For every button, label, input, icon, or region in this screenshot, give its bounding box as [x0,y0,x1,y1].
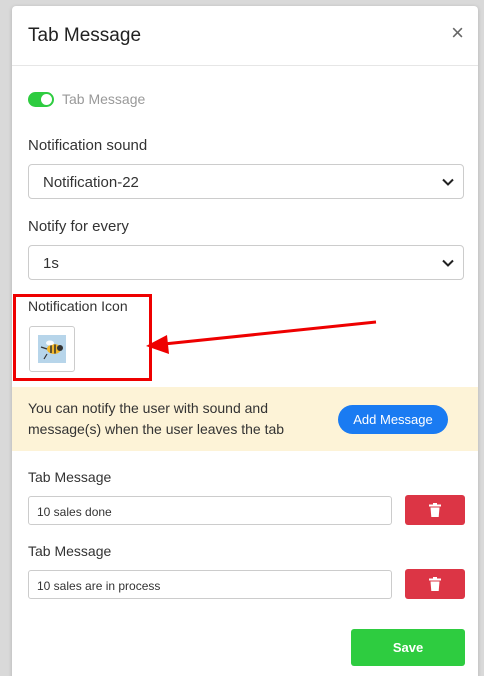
save-button[interactable]: Save [351,629,465,666]
red-arrow-annotation [146,320,377,354]
delete-message-button-2[interactable] [405,569,465,599]
tab-message-label-1: Tab Message [28,469,112,485]
info-banner: You can notify the user with sound and m… [12,387,478,451]
tab-message-input-value-2: 10 sales are in process [37,579,161,593]
tab-message-input-value-1: 10 sales done [37,505,112,519]
delete-message-button-1[interactable] [405,495,465,525]
tab-message-modal: Tab Message × Tab Message Notification s… [12,6,478,676]
info-text: You can notify the user with sound and m… [28,400,285,437]
tab-message-input-2[interactable]: 10 sales are in process [28,570,392,599]
add-message-button[interactable]: Add Message [338,405,448,434]
trash-icon [429,503,441,517]
tab-message-input-1[interactable]: 10 sales done [28,496,392,525]
trash-icon [429,577,441,591]
tab-message-label-2: Tab Message [28,543,112,559]
